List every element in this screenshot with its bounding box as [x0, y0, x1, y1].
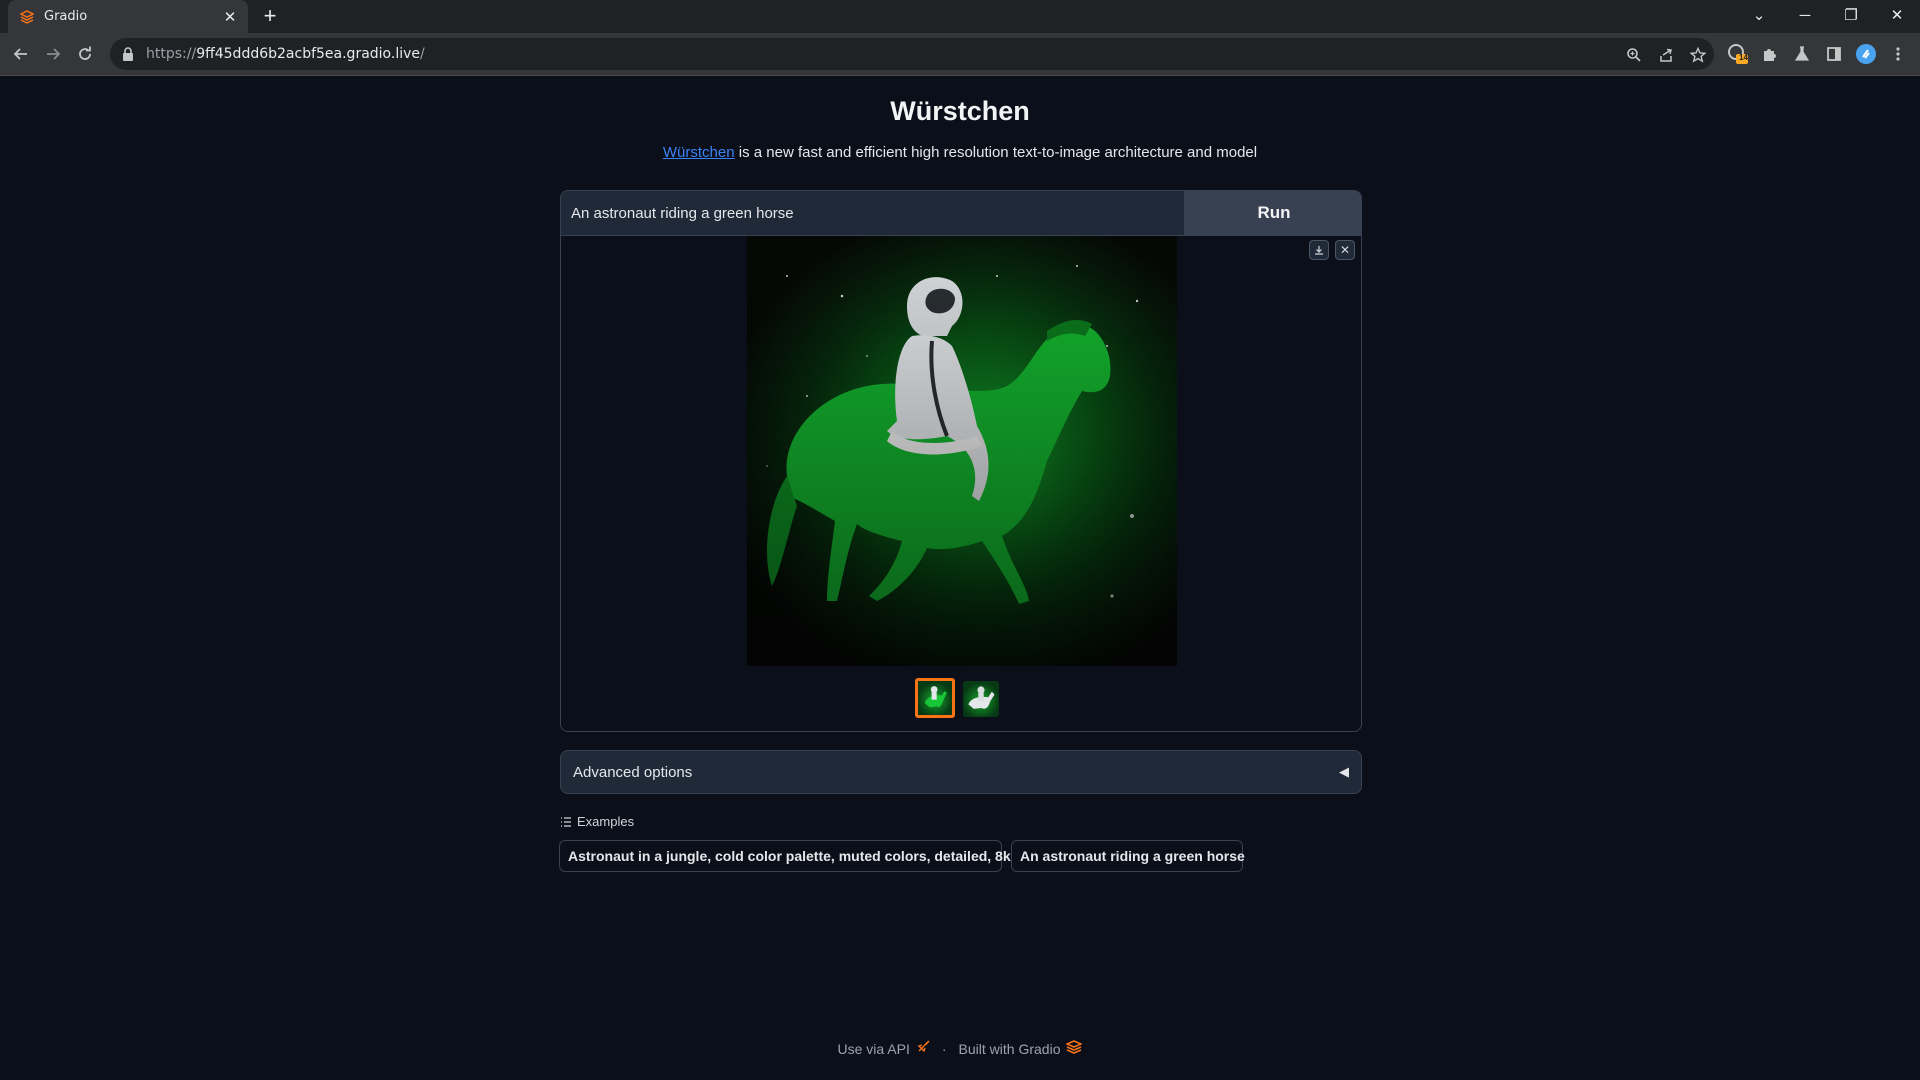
side-panel-icon[interactable] [1822, 41, 1846, 67]
gradio-favicon-icon [20, 9, 34, 24]
example-button-2[interactable]: An astronaut riding a green horse [1011, 840, 1245, 872]
url-text: https://9ff45ddd6b2acbf5ea.gradio.live/ [146, 46, 425, 62]
restore-icon[interactable]: ❐ [1828, 0, 1874, 30]
gradio-logo-icon [1065, 1040, 1084, 1057]
download-icon[interactable] [1309, 240, 1329, 260]
footer: Use via API · Built with Gradio [0, 1040, 1920, 1057]
lock-icon[interactable] [122, 47, 136, 61]
prompt-input[interactable] [561, 191, 1185, 235]
browser-menu-icon[interactable] [1886, 41, 1910, 67]
advanced-options-label: Advanced options [573, 763, 693, 781]
examples-label: Examples [577, 814, 635, 829]
wurstchen-link[interactable]: Würstchen [663, 144, 735, 161]
url-suffix: / [420, 46, 425, 62]
back-icon[interactable] [8, 41, 34, 67]
advanced-options-accordion[interactable]: Advanced options ◀ [560, 750, 1362, 794]
extensions-puzzle-icon[interactable] [1758, 41, 1782, 67]
page-subtitle: Würstchen is a new fast and efficient hi… [0, 144, 1920, 161]
run-button[interactable]: Run [1185, 191, 1361, 235]
built-with-gradio-link[interactable]: Built with Gradio [959, 1041, 1061, 1057]
url-host: 9ff45ddd6b2acbf5ea.gradio.live [196, 46, 421, 62]
browser-tab-bar: Gradio ✕ + ⌄ ─ ❐ ✕ [0, 0, 1920, 33]
page-title: Würstchen [890, 96, 1030, 126]
close-tab-icon[interactable]: ✕ [222, 8, 238, 26]
share-icon[interactable] [1656, 45, 1676, 65]
example-button-1[interactable]: Astronaut in a jungle, cold color palett… [559, 840, 1011, 872]
tab-title: Gradio [44, 9, 88, 24]
url-prefix: https:// [146, 46, 197, 62]
list-icon [560, 816, 572, 828]
rocket-icon [916, 1040, 930, 1057]
reload-icon[interactable] [72, 41, 98, 67]
zoom-icon[interactable] [1624, 45, 1644, 65]
examples-header: Examples [560, 814, 634, 829]
close-gallery-icon[interactable]: ✕ [1335, 240, 1355, 260]
address-bar[interactable]: https://9ff45ddd6b2acbf5ea.gradio.live/ [110, 38, 1714, 70]
close-window-icon[interactable]: ✕ [1874, 0, 1920, 30]
prompt-row: Run [560, 190, 1362, 236]
bookmark-star-icon[interactable] [1688, 45, 1708, 65]
caret-left-icon[interactable]: ◀ [1339, 764, 1349, 780]
image-gallery: ✕ [560, 236, 1362, 732]
extension-badge-icon[interactable]: 14 [1726, 41, 1750, 67]
labs-flask-icon[interactable] [1790, 41, 1814, 67]
thumbnail-2[interactable] [963, 681, 999, 717]
extension-badge-count: 14 [1739, 53, 1748, 62]
footer-separator: · [941, 1040, 947, 1057]
use-via-api-link[interactable]: Use via API [838, 1041, 910, 1057]
thumbnail-1[interactable] [915, 678, 955, 718]
subtitle-text: is a new fast and efficient high resolut… [734, 144, 1258, 161]
tab-search-icon[interactable]: ⌄ [1736, 0, 1782, 30]
new-tab-icon[interactable]: + [258, 4, 282, 28]
minimize-icon[interactable]: ─ [1782, 0, 1828, 30]
generated-image[interactable] [747, 236, 1177, 666]
browser-toolbar: https://9ff45ddd6b2acbf5ea.gradio.live/ … [0, 33, 1920, 76]
forward-icon[interactable] [40, 41, 66, 67]
profile-avatar-icon[interactable] [1854, 41, 1878, 67]
browser-tab[interactable]: Gradio ✕ [8, 0, 248, 33]
